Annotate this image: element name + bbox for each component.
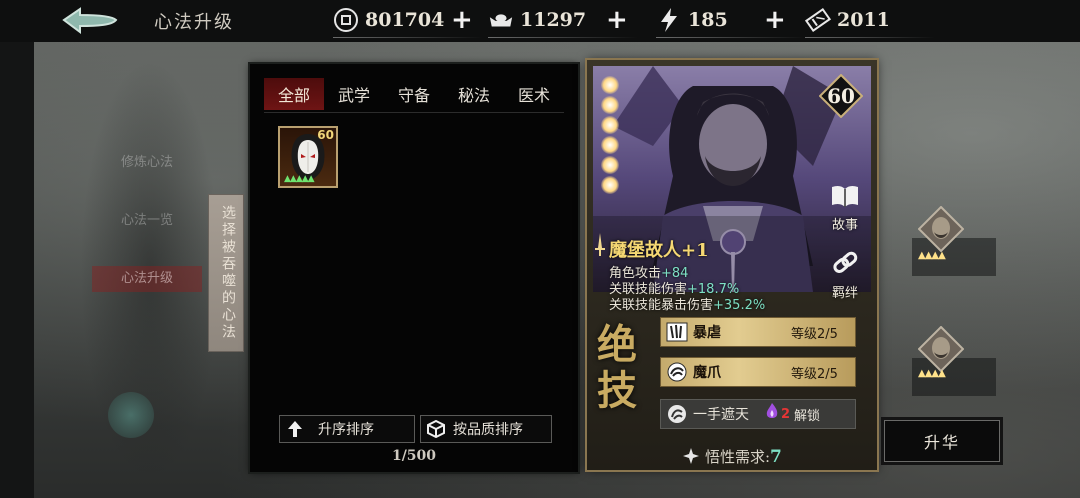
cube-icon (421, 420, 451, 438)
star-rank (601, 76, 621, 196)
page-title: 心法升级 (154, 12, 234, 33)
add-coins-button[interactable]: + (451, 7, 473, 33)
star-icon (601, 136, 619, 154)
ingots-value: 11297 (520, 9, 587, 31)
up-arrow-icon (280, 420, 310, 438)
story-button[interactable]: 故事 (823, 184, 867, 233)
claw-mark-icon (661, 322, 693, 342)
left-edge-shade (0, 42, 34, 498)
tab-defense[interactable]: 守备 (384, 78, 444, 110)
background-avatar (108, 392, 154, 438)
unlock-count: 2 (781, 406, 791, 422)
star-icon (601, 76, 619, 94)
skill-level: 等级2/5 (791, 326, 838, 342)
top-bar: 心法升级 801704 + 11297 + 185 + 2011 (0, 0, 1080, 42)
back-button[interactable] (58, 6, 122, 36)
energy-value: 185 (688, 9, 728, 31)
purple-flame-icon (765, 402, 779, 426)
ticket-icon (805, 7, 831, 33)
story-label: 故事 (831, 218, 858, 233)
resource-energy: 185 + (656, 5, 806, 38)
lightning-icon (656, 7, 682, 33)
tab-secret[interactable]: 秘法 (444, 78, 504, 110)
star-icon (601, 96, 619, 114)
add-ingots-button[interactable]: + (606, 7, 628, 33)
skill-name: 一手遮天 (693, 407, 749, 423)
inventory-count: 1/500 (391, 448, 437, 464)
locked-skill-row[interactable]: 一手遮天 2 解锁 (661, 400, 855, 428)
inventory-item[interactable]: 60 ▲▲▲▲▲ (278, 126, 338, 188)
slot-1-pips: ▲▲▲▲ (918, 250, 946, 261)
sort-ascending-button[interactable]: 升序排序 (279, 415, 415, 443)
bond-label: 羁绊 (831, 286, 858, 301)
insight-icon (683, 448, 700, 464)
item-level: 60 (317, 128, 334, 142)
back-arrow-icon (62, 7, 118, 34)
unlock-label: 解锁 (794, 408, 821, 424)
background-menu-item: 心法升级 (92, 266, 202, 292)
resource-ingots: 11297 + (488, 5, 638, 38)
requirement-label: 悟性需求: (704, 448, 770, 466)
skill-level: 等级2/5 (791, 366, 838, 382)
sort-ascending-label: 升序排序 (318, 422, 374, 438)
tab-martial[interactable]: 武学 (324, 78, 384, 110)
heart-method-detail-card: 60 故事 羁绊 魔堡故人+1 角色攻击+84 关联技能伤害+18.7% 关联技… (587, 60, 877, 470)
slot-2-pips: ▲▲▲▲ (918, 368, 946, 379)
background-menu-item: 修炼心法 (120, 155, 173, 170)
resource-tickets: 2011 (805, 5, 935, 38)
select-devour-label: 选择被吞噬的心法 (208, 194, 244, 352)
background-menu-item: 心法一览 (120, 213, 173, 228)
star-icon (601, 156, 619, 174)
sort-quality-label: 按品质排序 (453, 422, 523, 438)
sword-icon (595, 233, 605, 256)
star-icon (601, 116, 619, 134)
material-slot-2[interactable] (918, 326, 964, 372)
requirement-value: 7 (770, 447, 782, 467)
beast-claw-icon (661, 362, 693, 382)
insight-requirement: 悟性需求:7 (587, 446, 877, 467)
skill-row[interactable]: 暴虐 等级2/5 (661, 318, 855, 346)
coin-icon (333, 7, 359, 33)
item-star-pips: ▲▲▲▲▲ (284, 174, 315, 184)
chain-link-icon (833, 251, 858, 273)
card-level: 60 (827, 84, 855, 108)
skill-name: 魔爪 (693, 365, 721, 381)
tab-medicine[interactable]: 医术 (504, 78, 564, 110)
category-title: 绝技 (597, 322, 637, 414)
stat-line: 关联技能暴击伤害+35.2% (609, 294, 765, 313)
category-tabs: 全部 武学 守备 秘法 医术 (264, 78, 564, 113)
sublimate-button[interactable]: 升华 (884, 420, 1000, 462)
sort-quality-button[interactable]: 按品质排序 (420, 415, 552, 443)
tickets-value: 2011 (837, 9, 890, 31)
hand-icon (661, 404, 693, 424)
book-icon (832, 185, 858, 207)
background-menu: 修炼心法 心法一览 心法升级 (92, 150, 202, 324)
resource-coins: 801704 + (333, 5, 483, 38)
method-name: 魔堡故人+1 (609, 240, 709, 261)
tab-all[interactable]: 全部 (264, 78, 324, 110)
stat-label: 关联技能暴击伤害 (609, 298, 714, 313)
material-slot-1[interactable] (918, 206, 964, 252)
skill-name: 暴虐 (693, 325, 721, 341)
silver-ingot-icon (488, 7, 514, 33)
stat-value: +35.2% (713, 298, 766, 313)
coins-value: 801704 (365, 9, 445, 31)
inventory-panel: 全部 武学 守备 秘法 医术 60 ▲▲▲▲▲ 升序排序 按品质排序 1/500 (250, 64, 578, 472)
skill-row[interactable]: 魔爪 等级2/5 (661, 358, 855, 386)
category-text: 绝技 (597, 321, 637, 414)
bond-button[interactable]: 羁绊 (823, 250, 867, 301)
star-icon (601, 176, 619, 194)
add-energy-button[interactable]: + (764, 7, 786, 33)
